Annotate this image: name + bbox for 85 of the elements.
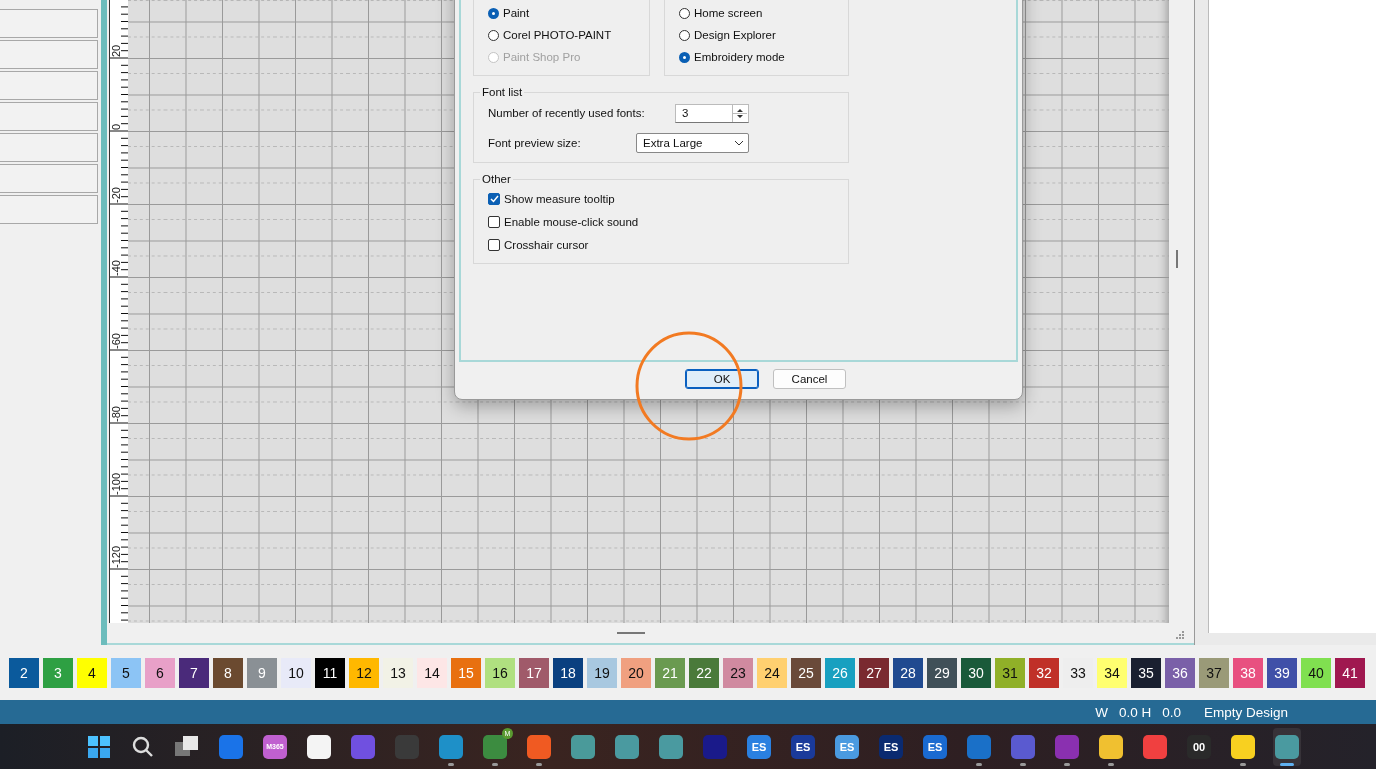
field-label: Font preview size:	[488, 137, 582, 149]
color-swatch[interactable]: 14	[417, 657, 447, 688]
color-swatch[interactable]: 6	[145, 657, 175, 688]
color-swatch[interactable]: 30	[961, 657, 991, 688]
status-text: 0.0 H	[1118, 704, 1152, 720]
color-swatch[interactable]: 8	[213, 657, 243, 688]
panel-slot[interactable]	[0, 9, 98, 38]
ruler-label: -20	[110, 187, 122, 203]
color-swatch[interactable]: 38	[1233, 657, 1263, 688]
color-swatch[interactable]: 40	[1301, 657, 1331, 688]
color-swatch[interactable]: 28	[893, 657, 923, 688]
color-swatch[interactable]: 5	[111, 657, 141, 688]
ruler-label: -80	[110, 406, 122, 422]
color-swatch[interactable]: 37	[1199, 657, 1229, 688]
app-icon[interactable]: 00	[1187, 734, 1211, 759]
color-swatch[interactable]: 2	[9, 657, 39, 688]
ruler-label: 0	[110, 123, 122, 130]
color-swatch[interactable]: 10	[281, 657, 311, 688]
app-icon[interactable]: ES	[879, 734, 903, 759]
splitter-handle[interactable]	[616, 632, 645, 634]
color-swatch[interactable]: 13	[383, 657, 413, 688]
color-swatch[interactable]: 36	[1165, 657, 1195, 688]
color-swatch[interactable]: 11	[315, 657, 345, 688]
color-swatch[interactable]: 24	[757, 657, 787, 688]
color-swatch[interactable]: 12	[349, 657, 379, 688]
group-title: Font list	[481, 86, 524, 98]
app-icon[interactable]	[307, 734, 331, 759]
status-text: 0.0	[1162, 704, 1181, 720]
app-icon[interactable]	[1099, 734, 1123, 759]
color-swatch[interactable]: 32	[1029, 657, 1059, 688]
radio-option[interactable]: Home screen	[679, 3, 848, 23]
color-swatch[interactable]: 41	[1335, 657, 1365, 688]
field-label: Number of recently used fonts:	[488, 107, 646, 119]
color-swatch[interactable]: 39	[1267, 657, 1297, 688]
color-swatch[interactable]: 29	[927, 657, 957, 688]
app-icon[interactable]: ES	[747, 734, 771, 759]
status-text: Empty Design	[1203, 704, 1288, 720]
ruler-label: -60	[110, 333, 122, 349]
ruler-label: -40	[110, 260, 122, 276]
panel-slot[interactable]	[0, 71, 98, 100]
radio-option[interactable]: Paint	[488, 3, 649, 23]
group-title: Other	[481, 173, 512, 185]
radio-option[interactable]: Design Explorer	[679, 25, 848, 45]
radio-option[interactable]: Embroidery mode	[679, 47, 848, 67]
radio-option[interactable]: Corel PHOTO-PAINT	[488, 25, 649, 45]
checkbox-option[interactable]: Show measure tooltip	[488, 189, 848, 209]
ok-button[interactable]: OK	[685, 368, 759, 389]
resize-grip-icon[interactable]	[1176, 631, 1184, 639]
ruler-label: -120	[110, 545, 122, 568]
color-swatch[interactable]: 16	[485, 657, 515, 688]
color-swatch[interactable]: 18	[553, 657, 583, 688]
task-view-icon[interactable]	[175, 735, 199, 758]
search-icon[interactable]	[132, 735, 154, 758]
color-swatch[interactable]: 25	[791, 657, 821, 688]
color-swatch[interactable]: 17	[519, 657, 549, 688]
color-swatch[interactable]: 34	[1097, 657, 1127, 688]
panel-slot[interactable]	[0, 102, 98, 131]
app-icon[interactable]: ES	[923, 734, 947, 759]
checkbox-option[interactable]: Enable mouse-click sound	[488, 212, 848, 232]
panel-slot[interactable]	[0, 133, 98, 162]
chevron-down-icon	[734, 140, 744, 146]
status-text: W	[1095, 704, 1108, 720]
cancel-button[interactable]: Cancel	[773, 368, 846, 389]
color-swatch[interactable]: 19	[587, 657, 617, 688]
windows-start-icon[interactable]	[88, 735, 110, 758]
color-swatch[interactable]: 31	[995, 657, 1025, 688]
color-swatch[interactable]: 4	[77, 657, 107, 688]
check-icon	[489, 195, 499, 203]
color-swatch[interactable]: 7	[179, 657, 209, 688]
ruler-label: -100	[110, 472, 122, 495]
app-icon[interactable]: ES	[791, 734, 815, 759]
ruler-label: 20	[110, 44, 122, 57]
panel-slot[interactable]	[0, 195, 98, 224]
color-swatch[interactable]: 22	[689, 657, 719, 688]
number-spinner[interactable]: 3	[675, 103, 749, 123]
color-swatch[interactable]: 23	[723, 657, 753, 688]
checkbox-option[interactable]: Crosshair cursor	[488, 235, 848, 255]
color-swatch[interactable]: 35	[1131, 657, 1161, 688]
splitter-handle[interactable]	[1176, 250, 1178, 268]
app-icon[interactable]	[1231, 734, 1255, 759]
panel-slot[interactable]	[0, 40, 98, 69]
color-swatch[interactable]: 27	[859, 657, 889, 688]
panel-slot[interactable]	[0, 164, 98, 193]
color-swatch[interactable]: 20	[621, 657, 651, 688]
preview-size-dropdown[interactable]: Extra Large	[636, 133, 749, 153]
